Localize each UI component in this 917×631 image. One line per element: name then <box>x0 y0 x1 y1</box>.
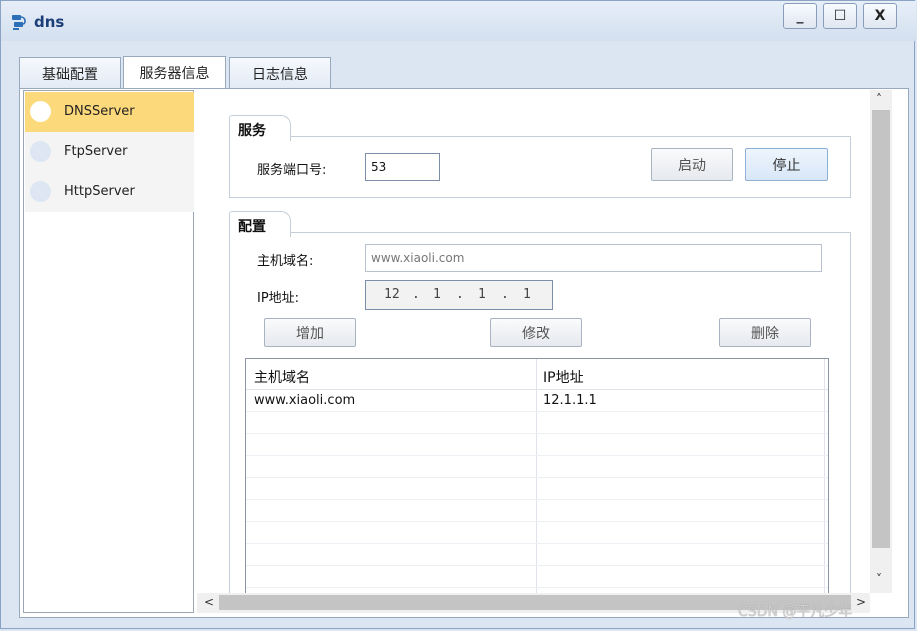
tab-log-info[interactable]: 日志信息 <box>229 57 331 89</box>
server-item-label: HttpServer <box>64 184 135 199</box>
scroll-up-icon[interactable]: ˄ <box>876 92 882 106</box>
edit-button[interactable]: 修改 <box>490 318 582 347</box>
dns-record-table: 主机域名 IP地址 www.xiaoli.com 12.1.1.1 <box>245 358 829 593</box>
table-row-empty <box>246 456 828 478</box>
ip-octet-3: 1 <box>478 287 486 302</box>
ip-dot: . <box>456 287 464 302</box>
table-row-empty <box>246 478 828 500</box>
cell-ip: 12.1.1.1 <box>543 393 597 408</box>
port-label: 服务端口号: <box>257 163 327 178</box>
column-header-ip[interactable]: IP地址 <box>543 367 584 387</box>
title-bar[interactable]: dns _ ☐ X <box>1 1 916 41</box>
server-item-label: FtpServer <box>64 144 128 159</box>
server-item-dns[interactable]: DNSServer <box>25 92 194 132</box>
server-status-icon <box>30 101 51 122</box>
ip-address-input[interactable]: 12 . 1 . 1 . 1 <box>365 280 553 310</box>
tab-label: 基础配置 <box>42 66 98 83</box>
hostname-label: 主机域名: <box>257 254 314 269</box>
maximize-button[interactable]: ☐ <box>823 3 857 29</box>
network-cable-icon <box>12 15 26 30</box>
dns-window: dns _ ☐ X 基础配置 服务器信息 日志信息 DNSServer FtpS… <box>0 0 916 629</box>
table-row-empty <box>246 434 828 456</box>
table-row-empty <box>246 566 828 588</box>
table-header: 主机域名 IP地址 <box>246 359 828 390</box>
scroll-left-icon[interactable]: < <box>204 595 214 609</box>
server-status-icon <box>30 181 51 202</box>
tab-server-info[interactable]: 服务器信息 <box>123 56 226 89</box>
ip-dot: . <box>501 287 509 302</box>
ip-octet-2: 1 <box>433 287 441 302</box>
tab-label: 服务器信息 <box>139 66 210 82</box>
server-settings-area: 服务 服务端口号: 53 启动 停止 配置 主机域名: www.xiaoli.c… <box>197 90 869 593</box>
config-group-title: 配置 <box>229 211 291 237</box>
hostname-input[interactable]: www.xiaoli.com <box>365 244 822 272</box>
table-row-empty <box>246 500 828 522</box>
server-item-label: DNSServer <box>64 104 135 119</box>
delete-button[interactable]: 删除 <box>719 318 811 347</box>
ip-octet-4: 1 <box>523 287 531 302</box>
tab-basic-config[interactable]: 基础配置 <box>19 57 121 89</box>
cell-hostname: www.xiaoli.com <box>254 393 356 408</box>
service-group-title: 服务 <box>229 115 291 141</box>
column-header-hostname[interactable]: 主机域名 <box>254 367 310 387</box>
vertical-scroll-thumb[interactable] <box>872 110 890 548</box>
window-title: dns <box>34 13 65 31</box>
scroll-down-icon[interactable]: ˅ <box>876 572 882 586</box>
close-icon: X <box>874 8 886 24</box>
tab-label: 日志信息 <box>252 66 308 83</box>
watermark: CSDN @平凡少年 <box>738 604 853 620</box>
start-button[interactable]: 启动 <box>651 148 733 181</box>
scroll-right-icon[interactable]: > <box>856 595 866 609</box>
server-item-ftp[interactable]: FtpServer <box>25 132 194 172</box>
maximize-icon: ☐ <box>833 8 847 24</box>
vertical-scrollbar[interactable]: ˄ ˅ <box>870 90 892 593</box>
ip-dot: . <box>412 287 420 302</box>
server-list: DNSServer FtpServer HttpServer <box>23 90 194 613</box>
table-row-empty <box>246 522 828 544</box>
port-input[interactable]: 53 <box>365 153 440 181</box>
server-status-icon <box>30 141 51 162</box>
minimize-icon: _ <box>796 8 804 24</box>
ip-octet-1: 12 <box>384 287 400 302</box>
add-button[interactable]: 增加 <box>264 318 356 347</box>
table-row-empty <box>246 412 828 434</box>
table-row-empty <box>246 544 828 566</box>
server-item-http[interactable]: HttpServer <box>25 172 194 212</box>
ip-label: IP地址: <box>257 291 300 306</box>
table-row[interactable]: www.xiaoli.com 12.1.1.1 <box>246 390 828 412</box>
stop-button[interactable]: 停止 <box>745 148 828 181</box>
close-button[interactable]: X <box>863 3 897 29</box>
minimize-button[interactable]: _ <box>783 3 817 29</box>
